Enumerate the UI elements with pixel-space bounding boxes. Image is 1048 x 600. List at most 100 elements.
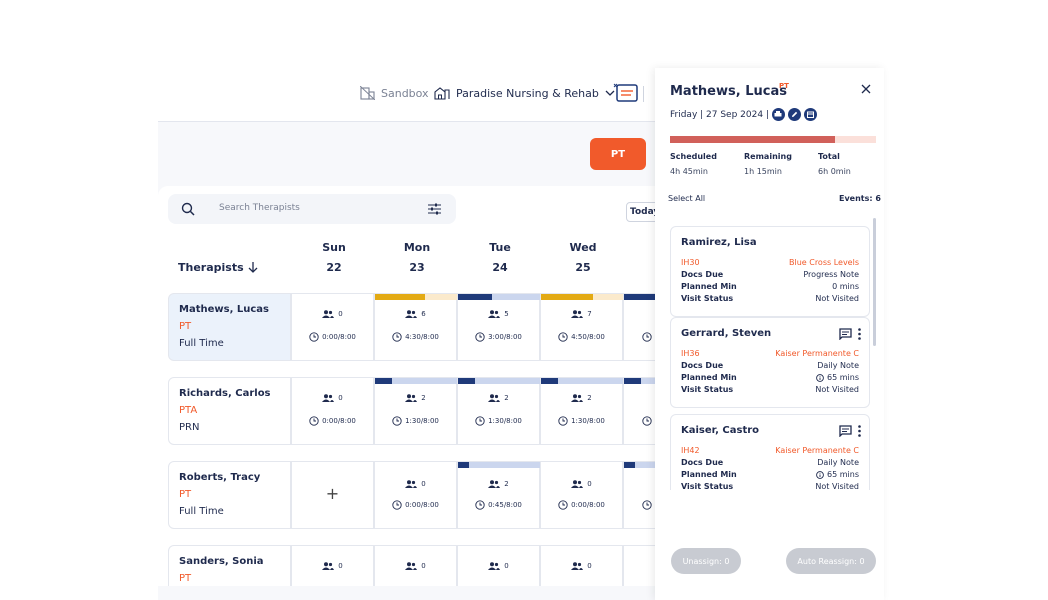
- patients-icon: [488, 310, 501, 318]
- clock-icon: [392, 500, 402, 510]
- patients-icon: [571, 480, 584, 488]
- top-bar: Sandbox Paradise Nursing & Rehab: [0, 0, 1048, 122]
- filter-sliders-icon[interactable]: [428, 203, 441, 215]
- load-bar-empty: [475, 378, 541, 384]
- search-icon: [181, 202, 195, 216]
- discipline-filter-pt[interactable]: PT: [590, 138, 646, 170]
- events-scrollbar[interactable]: [873, 218, 876, 346]
- event-card[interactable]: Kaiser, Castro IH42 Kaiser Permanente C D…: [670, 414, 870, 490]
- comment-icon[interactable]: [839, 425, 852, 437]
- patient-count: 2: [375, 394, 456, 402]
- patient-name: Kaiser, Castro: [681, 425, 760, 436]
- therapist-name: Richards, Carlos: [179, 388, 271, 399]
- more-options-icon[interactable]: [858, 328, 861, 340]
- day-date: 24: [492, 261, 508, 274]
- hours: 1:30/8:00: [541, 416, 622, 426]
- info-icon: [816, 373, 824, 382]
- employment-type: Full Time: [179, 338, 224, 349]
- patients-icon: [322, 394, 335, 402]
- stat-label: Total: [818, 152, 840, 161]
- search-bar[interactable]: Search Therapists: [168, 194, 456, 224]
- event-card[interactable]: Gerrard, Steven IH36 Kaiser Permanente C …: [670, 317, 870, 408]
- stat-value: 6h 0min: [818, 167, 851, 176]
- stat-total: Total 6h 0min: [818, 152, 851, 176]
- patient-count: 0: [458, 562, 539, 570]
- schedule-cell[interactable]: [623, 377, 658, 445]
- therapist-role: PT: [179, 573, 192, 584]
- schedule-cell[interactable]: 7 4:50/8:00: [540, 293, 624, 361]
- comment-icon[interactable]: [839, 328, 852, 340]
- schedule-cell[interactable]: 0 0:00/8:00: [291, 377, 374, 445]
- schedule-cell[interactable]: [623, 545, 658, 586]
- patient-count: 0: [375, 480, 456, 488]
- more-options-icon[interactable]: [858, 425, 861, 437]
- hours: 4:30/8:00: [375, 332, 456, 342]
- room-code: IH42: [681, 446, 700, 455]
- patients-icon: [405, 394, 418, 402]
- edit-icon[interactable]: [787, 108, 801, 121]
- load-bar-filled: [624, 294, 658, 300]
- schedule-cell[interactable]: 0: [291, 545, 374, 586]
- building-icon: [360, 86, 375, 100]
- hours-value: 1:30/8:00: [571, 417, 605, 425]
- hours-value: 0:00/8:00: [405, 501, 439, 509]
- close-icon[interactable]: [861, 84, 871, 94]
- schedule-cell[interactable]: 6 4:30/8:00: [374, 293, 458, 361]
- count-value: 0: [587, 562, 592, 570]
- patient-count: 0: [375, 562, 456, 570]
- schedule-cell[interactable]: 2 1:30/8:00: [374, 377, 458, 445]
- schedule-cell[interactable]: 2 1:30/8:00: [540, 377, 624, 445]
- sandbox-indicator[interactable]: Sandbox: [360, 86, 429, 100]
- schedule-cell[interactable]: 0 0:00/8:00: [540, 461, 623, 529]
- schedule-cell[interactable]: 0 0:00/8:00: [374, 461, 457, 529]
- day-header: Tue 24: [459, 241, 541, 274]
- notes-icon[interactable]: [613, 82, 639, 104]
- schedule-cell[interactable]: +: [291, 461, 374, 529]
- schedule-cell[interactable]: 0: [540, 545, 623, 586]
- search-input[interactable]: Search Therapists: [219, 203, 300, 213]
- planned-label: Planned Min: [681, 282, 737, 291]
- clock-icon: [475, 416, 485, 426]
- event-card[interactable]: Ramirez, Lisa IH30 Blue Cross Levels Docs…: [670, 226, 870, 317]
- select-all-link[interactable]: Select All: [668, 194, 705, 203]
- therapist-row-roberts[interactable]: Roberts, Tracy PT Full Time: [168, 461, 291, 529]
- load-bar-filled: [624, 462, 635, 468]
- schedule-cell[interactable]: [623, 461, 658, 529]
- schedule-cell[interactable]: 2 0:45/8:00: [457, 461, 541, 529]
- clock-icon: [392, 332, 402, 342]
- hours: 4:50/8:00: [541, 332, 622, 342]
- patient-count: 0: [292, 562, 373, 570]
- day-date: 22: [326, 261, 342, 274]
- hours-value: 0:45/8:00: [488, 501, 522, 509]
- employment-type: PRN: [179, 422, 200, 433]
- patient-count: 2: [458, 480, 539, 488]
- count-value: 5: [504, 310, 509, 318]
- schedule-cell[interactable]: 5 3:00/8:00: [457, 293, 541, 361]
- therapist-row-mathews[interactable]: Mathews, Lucas PT Full Time: [168, 293, 291, 361]
- today-button[interactable]: Today: [626, 202, 658, 222]
- schedule-cell[interactable]: 0 0:00/8:00: [291, 293, 374, 361]
- schedule-cell[interactable]: 2 1:30/8:00: [457, 377, 541, 445]
- load-bar-filled: [458, 294, 492, 300]
- add-visit-button[interactable]: +: [292, 484, 373, 503]
- schedule-card: Search Therapists Today Therapists Sun 22…: [158, 186, 658, 586]
- patients-icon: [488, 394, 501, 402]
- schedule-cell[interactable]: 0: [374, 545, 457, 586]
- unassign-button[interactable]: Unassign: 0: [671, 548, 741, 574]
- calendar-icon[interactable]: [803, 108, 817, 121]
- load-bar-filled: [458, 378, 475, 384]
- count-value: 0: [504, 562, 509, 570]
- schedule-cell[interactable]: 0: [457, 545, 540, 586]
- patient-name: Ramirez, Lisa: [681, 237, 757, 248]
- status-value: Not Visited: [815, 385, 859, 394]
- therapist-row-richards[interactable]: Richards, Carlos PTA PRN: [168, 377, 291, 445]
- schedule-cell[interactable]: [623, 293, 658, 361]
- load-bar-filled: [375, 294, 425, 300]
- facility-selector[interactable]: Paradise Nursing & Rehab: [434, 86, 615, 100]
- auto-reassign-button[interactable]: Auto Reassign: 0: [786, 548, 876, 574]
- therapist-role: PT: [179, 321, 192, 332]
- therapists-header[interactable]: Therapists: [178, 261, 258, 274]
- therapist-row-sanders[interactable]: Sanders, Sonia PT: [168, 545, 291, 586]
- planned-value: 65 mins: [827, 373, 859, 382]
- print-icon[interactable]: [771, 108, 785, 121]
